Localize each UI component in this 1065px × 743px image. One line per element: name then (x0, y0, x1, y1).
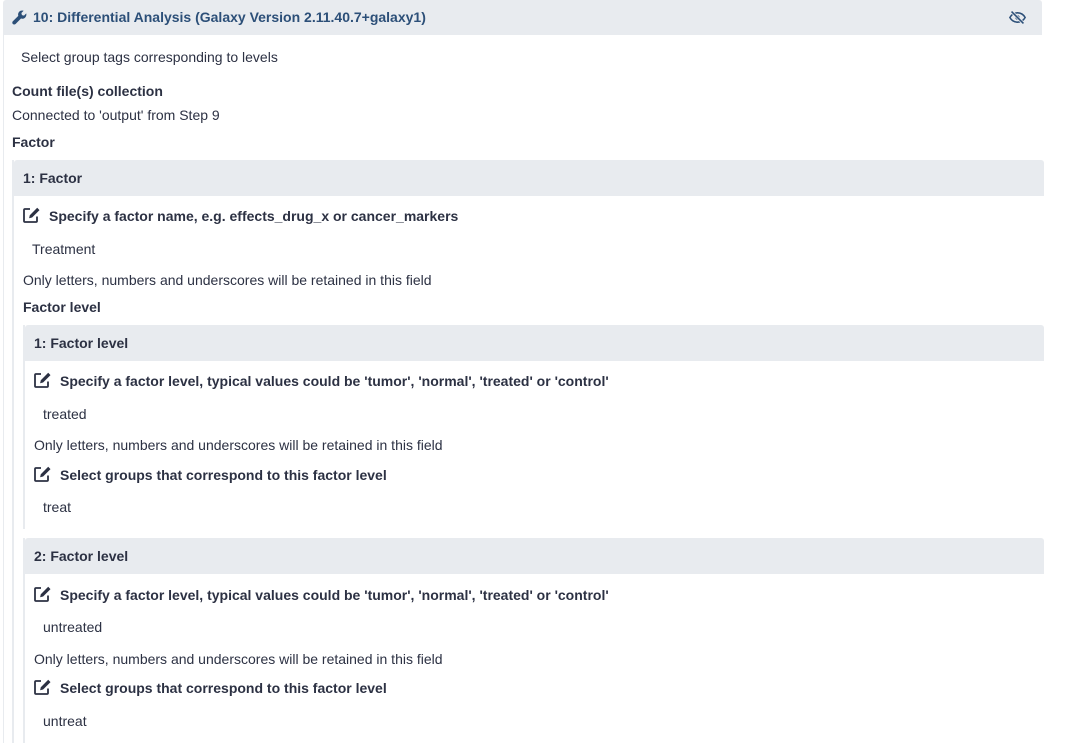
factor-name-help: Only letters, numbers and underscores wi… (23, 272, 432, 288)
factor-level-help: Only letters, numbers and underscores wi… (34, 651, 443, 667)
workflow-step-panel: 10: Differential Analysis (Galaxy Versio… (0, 0, 1065, 743)
collection-value: Connected to 'output' from Step 9 (12, 107, 220, 123)
edit-icon (34, 466, 51, 482)
factor-level-help: Only letters, numbers and underscores wi… (34, 437, 443, 453)
edit-icon (34, 679, 51, 695)
step-title[interactable]: 10: Differential Analysis (Galaxy Versio… (33, 9, 426, 25)
factor-level-repeat: 2: Factor level (23, 538, 1044, 743)
factor-level-repeat: 1: Factor level (23, 325, 1044, 529)
factor-level-title[interactable]: 2: Factor level (25, 538, 1044, 574)
factor-name-label: Specify a factor name, e.g. effects_drug… (49, 208, 459, 224)
groups-label: Select groups that correspond to this fa… (60, 467, 387, 483)
wrench-icon (12, 10, 27, 25)
collection-label: Count file(s) collection (12, 83, 163, 99)
factor-level-label: Specify a factor level, typical values c… (60, 373, 609, 389)
edit-icon (23, 207, 40, 223)
step-header[interactable]: 10: Differential Analysis (Galaxy Versio… (3, 0, 1042, 35)
groups-value[interactable]: treat (43, 499, 71, 515)
factor-level-title-text: 2: Factor level (34, 548, 129, 564)
factor-level-value[interactable]: untreated (43, 619, 102, 635)
eye-slash-icon[interactable] (1009, 10, 1026, 25)
groups-value[interactable]: untreat (43, 713, 87, 729)
factor-level-label: Specify a factor level, typical values c… (60, 587, 609, 603)
groups-label: Select groups that correspond to this fa… (60, 680, 387, 696)
edit-icon (34, 372, 51, 388)
step-body-border (3, 35, 4, 743)
factor-level-title-text: 1: Factor level (34, 335, 129, 351)
factor-levels-label: Factor level (23, 299, 101, 315)
edit-icon (34, 586, 51, 602)
factor-repeat-title-text: 1: Factor (23, 170, 83, 186)
factor-name-value[interactable]: Treatment (32, 241, 95, 257)
factor-level-value[interactable]: treated (43, 406, 87, 422)
factor-section-label: Factor (12, 134, 55, 150)
step-subtitle: Select group tags corresponding to level… (21, 49, 278, 65)
factor-level-title[interactable]: 1: Factor level (25, 325, 1044, 361)
factor-repeat-title[interactable]: 1: Factor (14, 160, 1044, 196)
